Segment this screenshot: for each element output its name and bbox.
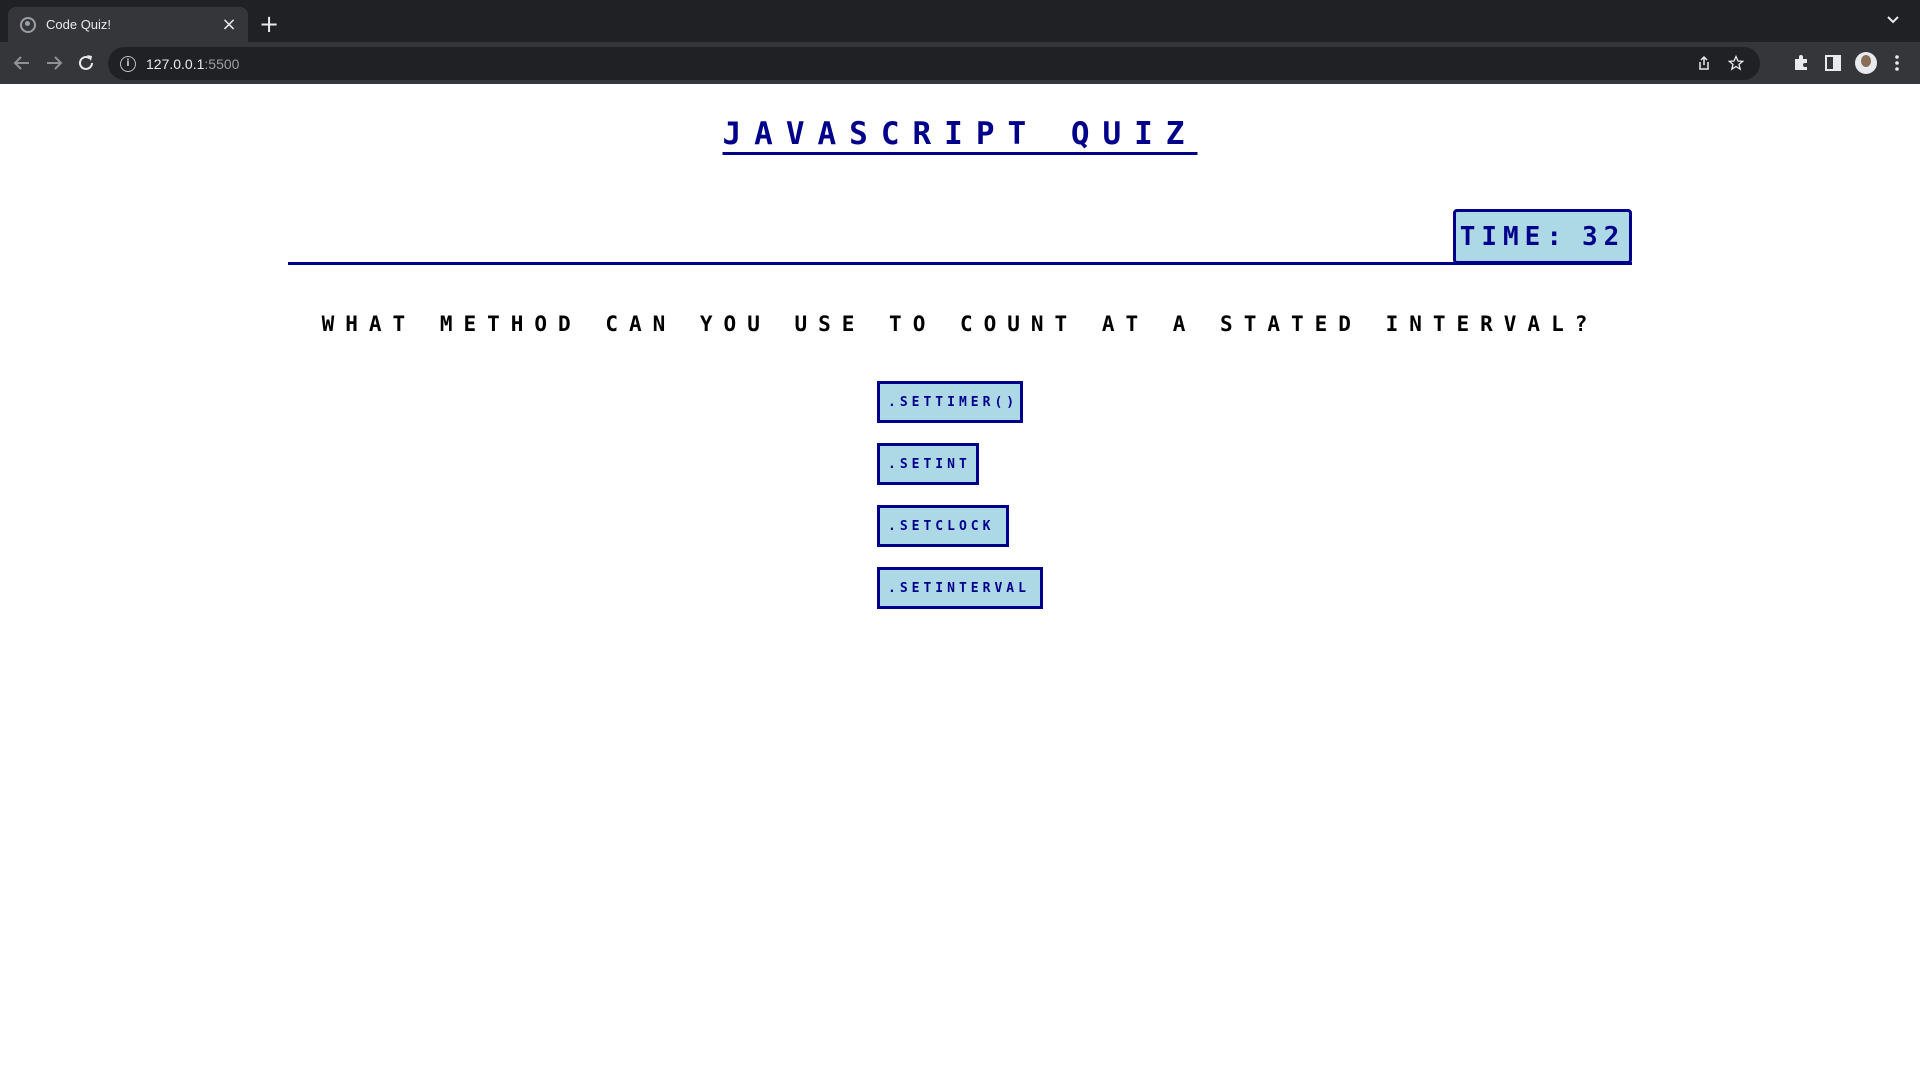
browser-menu-icon[interactable] — [1885, 51, 1909, 75]
reload-icon[interactable] — [74, 51, 98, 75]
side-panel-icon[interactable] — [1821, 51, 1845, 75]
answer-button-setinterval[interactable]: .SETINTERVAL — [877, 567, 1043, 609]
answer-button-settimer[interactable]: .SETTIMER() — [877, 381, 1023, 423]
forward-arrow-icon[interactable] — [42, 51, 66, 75]
bookmark-star-icon[interactable] — [1728, 55, 1744, 71]
share-icon[interactable] — [1696, 55, 1712, 71]
answer-choices: .SETTIMER() .SETINT .SETCLOCK .SETINTERV… — [877, 381, 1043, 609]
back-arrow-icon[interactable] — [10, 51, 34, 75]
page-content: JAVASCRIPT QUIZ TIME: 32 WHAT METHOD CAN… — [0, 84, 1920, 1080]
site-info-icon[interactable]: i — [120, 55, 136, 72]
url-text: 127.0.0.1:5500 — [146, 55, 240, 72]
tab-title: Code Quiz! — [46, 17, 112, 32]
answer-button-setclock[interactable]: .SETCLOCK — [877, 505, 1009, 547]
extensions-puzzle-icon[interactable] — [1789, 51, 1813, 75]
address-bar[interactable]: i 127.0.0.1:5500 — [108, 47, 1760, 80]
profile-avatar[interactable] — [1855, 52, 1877, 74]
timer-display: TIME: 32 — [1453, 209, 1632, 264]
close-tab-icon[interactable]: × — [220, 15, 238, 34]
browser-tab[interactable]: Code Quiz! × — [8, 7, 248, 42]
tab-search-chevron-icon[interactable] — [1886, 13, 1900, 27]
header-divider — [288, 262, 1632, 265]
page-title: JAVASCRIPT QUIZ — [722, 116, 1198, 152]
answer-button-setint[interactable]: .SETINT — [877, 443, 979, 485]
globe-icon — [20, 16, 36, 33]
question-text: WHAT METHOD CAN YOU USE TO COUNT AT A ST… — [321, 312, 1599, 336]
timer-label: TIME: — [1459, 221, 1568, 252]
new-tab-button[interactable]: + — [259, 12, 279, 36]
browser-toolbar: i 127.0.0.1:5500 — [0, 42, 1920, 84]
timer-value: 32 — [1581, 221, 1626, 252]
browser-tab-strip: Code Quiz! × + — [0, 0, 1920, 42]
